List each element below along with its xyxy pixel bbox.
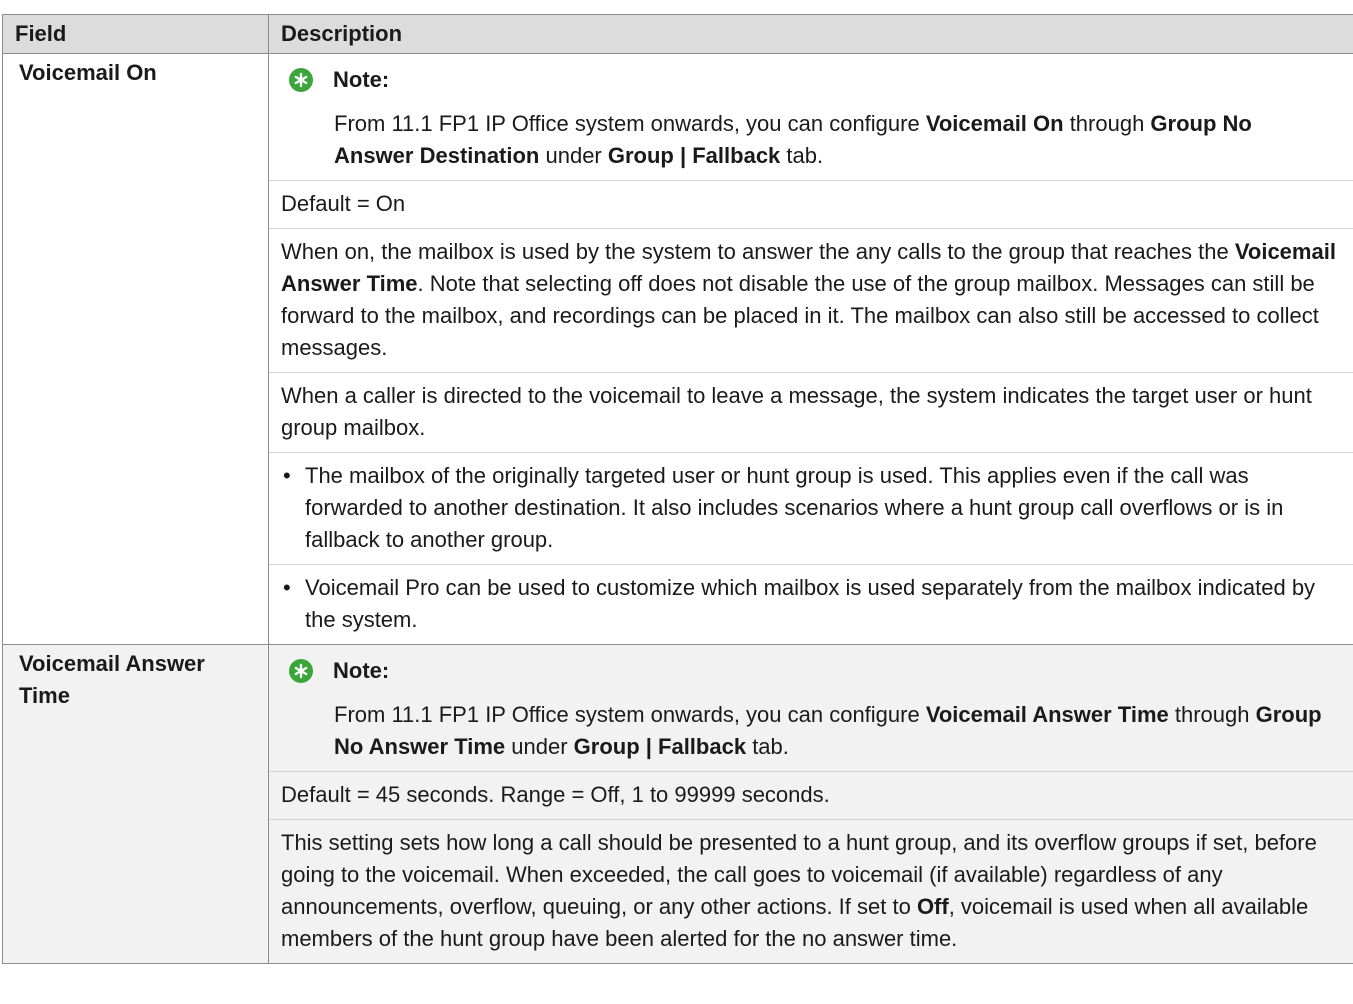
bullet-item: • Voicemail Pro can be used to customize… [269,565,1353,644]
description-cell: Note: From 11.1 FP1 IP Office system onw… [268,644,1353,964]
default-value: Default = 45 seconds. Range = Off, 1 to … [269,772,1353,820]
field-name: Voicemail On [2,53,269,645]
bullet-item: • The mailbox of the originally targeted… [269,453,1353,565]
bullet-text: The mailbox of the originally targeted u… [305,463,1284,552]
asterisk-icon [289,68,313,92]
description-paragraph: When on, the mailbox is used by the syst… [269,229,1353,373]
note-text-part: tab. [746,734,789,759]
table-row: Voicemail Answer Time Note: From 11.1 FP… [2,644,1353,964]
field-description-table: Field Description Voicemail On Note: Fro… [2,14,1353,964]
note-block: Note: From 11.1 FP1 IP Office system onw… [269,645,1353,772]
description-cell: Note: From 11.1 FP1 IP Office system onw… [268,53,1353,645]
note-text: From 11.1 FP1 IP Office system onwards, … [334,108,1330,172]
table-row: Voicemail On Note: From 11.1 FP1 IP Offi… [2,53,1353,645]
header-field: Field [2,14,269,54]
note-text-bold: Voicemail On [925,111,1064,136]
note-text-bold: Group | Fallback [607,143,781,168]
note-text-part: From 11.1 FP1 IP Office system onwards, … [334,702,926,727]
bullet-marker: • [283,463,291,488]
note-text-part: under [505,734,574,759]
note-text-part: under [539,143,608,168]
note-header: Note: [281,655,1342,687]
default-value: Default = On [269,181,1353,229]
note-label: Note: [333,67,390,92]
field-name: Voicemail Answer Time [2,644,269,964]
note-text-bold: Group | Fallback [573,734,747,759]
note-block: Note: From 11.1 FP1 IP Office system onw… [269,54,1353,181]
paragraph-part: When on, the mailbox is used by the syst… [281,239,1235,264]
note-label: Note: [333,658,390,683]
note-text-part: through [1168,702,1256,727]
bullet-marker: • [283,575,291,600]
note-text-part: through [1063,111,1151,136]
note-text-part: From 11.1 FP1 IP Office system onwards, … [334,111,926,136]
asterisk-icon [289,659,313,683]
note-text-bold: Voicemail Answer Time [925,702,1169,727]
description-paragraph: This setting sets how long a call should… [269,820,1353,963]
paragraph-part: . Note that selecting off does not disab… [281,271,1319,360]
note-text-part: tab. [780,143,824,168]
paragraph-bold: Off [916,894,949,919]
note-text: From 11.1 FP1 IP Office system onwards, … [334,699,1330,763]
bullet-text: Voicemail Pro can be used to customize w… [305,575,1316,632]
header-row: Field Description [2,14,1353,54]
header-description: Description [268,14,1353,54]
description-paragraph: When a caller is directed to the voicema… [269,373,1353,453]
note-header: Note: [281,64,1342,96]
